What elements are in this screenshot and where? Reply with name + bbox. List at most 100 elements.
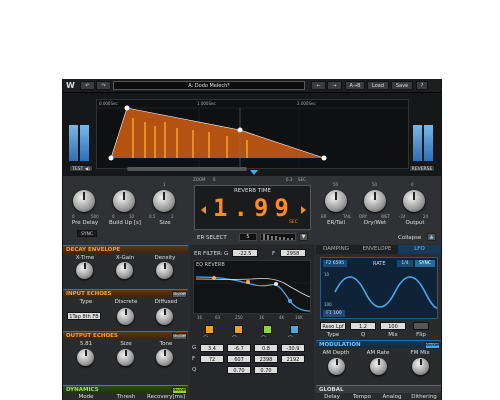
ab-compare-button[interactable]: A→B (345, 81, 365, 90)
output-echoes-header: OUTPUT ECHOES On/Off (63, 331, 188, 340)
fm-mix-label: FM Mix (410, 350, 430, 356)
output-label: Output (405, 220, 425, 226)
reverb-time-decrease[interactable] (201, 206, 206, 214)
load-button[interactable]: Load (367, 81, 389, 90)
output-echo-size-label: Size (120, 341, 132, 347)
output-meter (413, 103, 435, 161)
output-echo-value: 5.81 (79, 341, 93, 347)
x-time-knob[interactable] (76, 262, 93, 279)
output-knob[interactable] (403, 190, 425, 212)
lfo-q-field[interactable]: 1.2 (350, 322, 376, 330)
x-time-label: X-Time (75, 255, 95, 261)
band4-shape-icon[interactable]: ⌒ (288, 335, 300, 342)
lfo-target-f1[interactable]: F1 100 (323, 310, 345, 317)
size-label: Size (159, 220, 171, 226)
reverse-button[interactable]: REVERSE (409, 165, 435, 172)
band3-shape-icon[interactable]: ⌒ (261, 335, 273, 342)
freq-label: 1K (259, 315, 265, 320)
redo-button[interactable]: ↷ (96, 81, 111, 90)
fm-mix-knob[interactable] (412, 358, 429, 375)
band1-shape-icon[interactable]: ⌒ (203, 335, 215, 342)
density-knob[interactable] (156, 262, 173, 279)
lfo-display[interactable]: F2 6595 RATE 1/4 SYNC 10 100 F1 100 (320, 257, 438, 319)
band2-enable-button[interactable] (234, 325, 243, 334)
eq-gain-field[interactable]: 3.4 (200, 344, 224, 352)
recovery-label: Recovery[ms] (147, 394, 186, 400)
er-filter-gain-field[interactable]: -22.5 (232, 249, 258, 257)
dry-wet-knob[interactable] (364, 190, 386, 212)
build-up-knob[interactable] (113, 190, 135, 212)
output-echo-time-knob[interactable] (77, 349, 94, 366)
global-tempo-label: Tempo (352, 394, 372, 400)
input-echo-type-select[interactable]: 1Tap 8th FB (67, 312, 101, 320)
x-gain-knob[interactable] (116, 262, 133, 279)
output-echo-size-knob[interactable] (117, 349, 134, 366)
eq-gain-field[interactable]: 0.8 (254, 344, 278, 352)
eq-q-field[interactable]: 0.70 (254, 366, 278, 374)
discrete-knob[interactable] (117, 308, 134, 325)
time-scrollbar[interactable] (127, 167, 247, 171)
er-tail-knob[interactable] (325, 190, 347, 212)
eq-freq-field[interactable]: 607 (227, 355, 251, 363)
eq-gain-field[interactable]: -30.9 (281, 344, 305, 352)
am-depth-knob[interactable] (328, 358, 345, 375)
flip-button[interactable] (413, 322, 429, 330)
pre-delay-knob[interactable] (73, 190, 95, 212)
tick-label: 50 (333, 182, 339, 187)
output-echoes-toggle[interactable]: On/Off (172, 333, 187, 340)
band4-enable-button[interactable] (290, 325, 299, 334)
sync-button[interactable]: SYNC (77, 230, 97, 237)
er-select-dropdown-icon[interactable]: ▼ (299, 233, 308, 241)
reverb-time-increase[interactable] (301, 206, 306, 214)
input-type-label: Type (79, 299, 93, 305)
undo-button[interactable]: ↶ (80, 81, 95, 90)
next-preset-button[interactable]: → (327, 81, 342, 90)
dynamics-toggle[interactable]: On/Off (172, 387, 187, 394)
zoom-handle[interactable] (250, 170, 258, 175)
test-button[interactable]: TEST ◀) (69, 165, 93, 172)
band2-shape-icon[interactable]: ⌒ (232, 335, 244, 342)
size-knob[interactable] (153, 190, 175, 212)
reverb-envelope-graph[interactable]: 0.000Sec 1.000Sec 2.000Sec (96, 99, 409, 169)
modulation-toggle[interactable]: On/Off (425, 342, 440, 349)
eq-graph[interactable]: EQ REVERB (193, 260, 311, 314)
input-echoes-toggle[interactable]: On/Off (172, 291, 187, 298)
eq-row-label-g: G (192, 345, 197, 351)
freq-label: 16K (295, 315, 303, 320)
tick-label: 50 (372, 182, 378, 187)
eq-freq-field[interactable]: 2192 (281, 355, 305, 363)
toolbar: W ↶ ↷ A: Dodo Melech* ← → A→B Load Save … (63, 79, 441, 93)
envelope-display: TEST ◀) REVERSE 0.000Sec 1.000Sec 2.000S… (63, 93, 441, 176)
zoom-min: 0 (213, 177, 216, 182)
tab-lfo[interactable]: LFO (398, 245, 441, 254)
envelope-curve (97, 105, 408, 168)
freq-label: 63 (215, 315, 221, 320)
help-button[interactable]: ? (416, 81, 428, 90)
er-filter-freq-field[interactable]: 2958 (280, 249, 306, 257)
reverb-time-value[interactable]: 1.99 (213, 194, 295, 222)
tick-label: TAIL (343, 214, 352, 219)
tab-damping[interactable]: DAMPING (316, 245, 356, 254)
collapse-button[interactable]: ▲ (427, 233, 436, 241)
er-select-value[interactable]: 5 (239, 233, 257, 241)
eq-q-field[interactable]: 0.70 (227, 366, 251, 374)
tick-label: 0 (411, 182, 414, 187)
am-rate-knob[interactable] (370, 358, 387, 375)
prev-preset-button[interactable]: ← (311, 81, 326, 90)
save-button[interactable]: Save (391, 81, 413, 90)
tone-knob[interactable] (156, 349, 173, 366)
lfo-mix-field[interactable]: 100 (380, 322, 406, 330)
band1-enable-button[interactable] (205, 325, 214, 334)
band3-enable-button[interactable] (263, 325, 272, 334)
eq-freq-field[interactable]: 2398 (254, 355, 278, 363)
tick-label: -24 (399, 214, 406, 219)
eq-freq-field[interactable]: 72 (200, 355, 224, 363)
filter-type-select[interactable]: Reso Lpf (320, 322, 346, 330)
flip-label: Flip (416, 332, 426, 338)
diffused-knob[interactable] (156, 308, 173, 325)
tab-envelope[interactable]: ENVELOPE (356, 245, 398, 254)
tick-label: DRY (359, 214, 368, 219)
preset-name-field[interactable]: A: Dodo Melech* (113, 81, 305, 90)
density-label: Density (154, 255, 176, 261)
eq-gain-field[interactable]: -6.7 (227, 344, 251, 352)
